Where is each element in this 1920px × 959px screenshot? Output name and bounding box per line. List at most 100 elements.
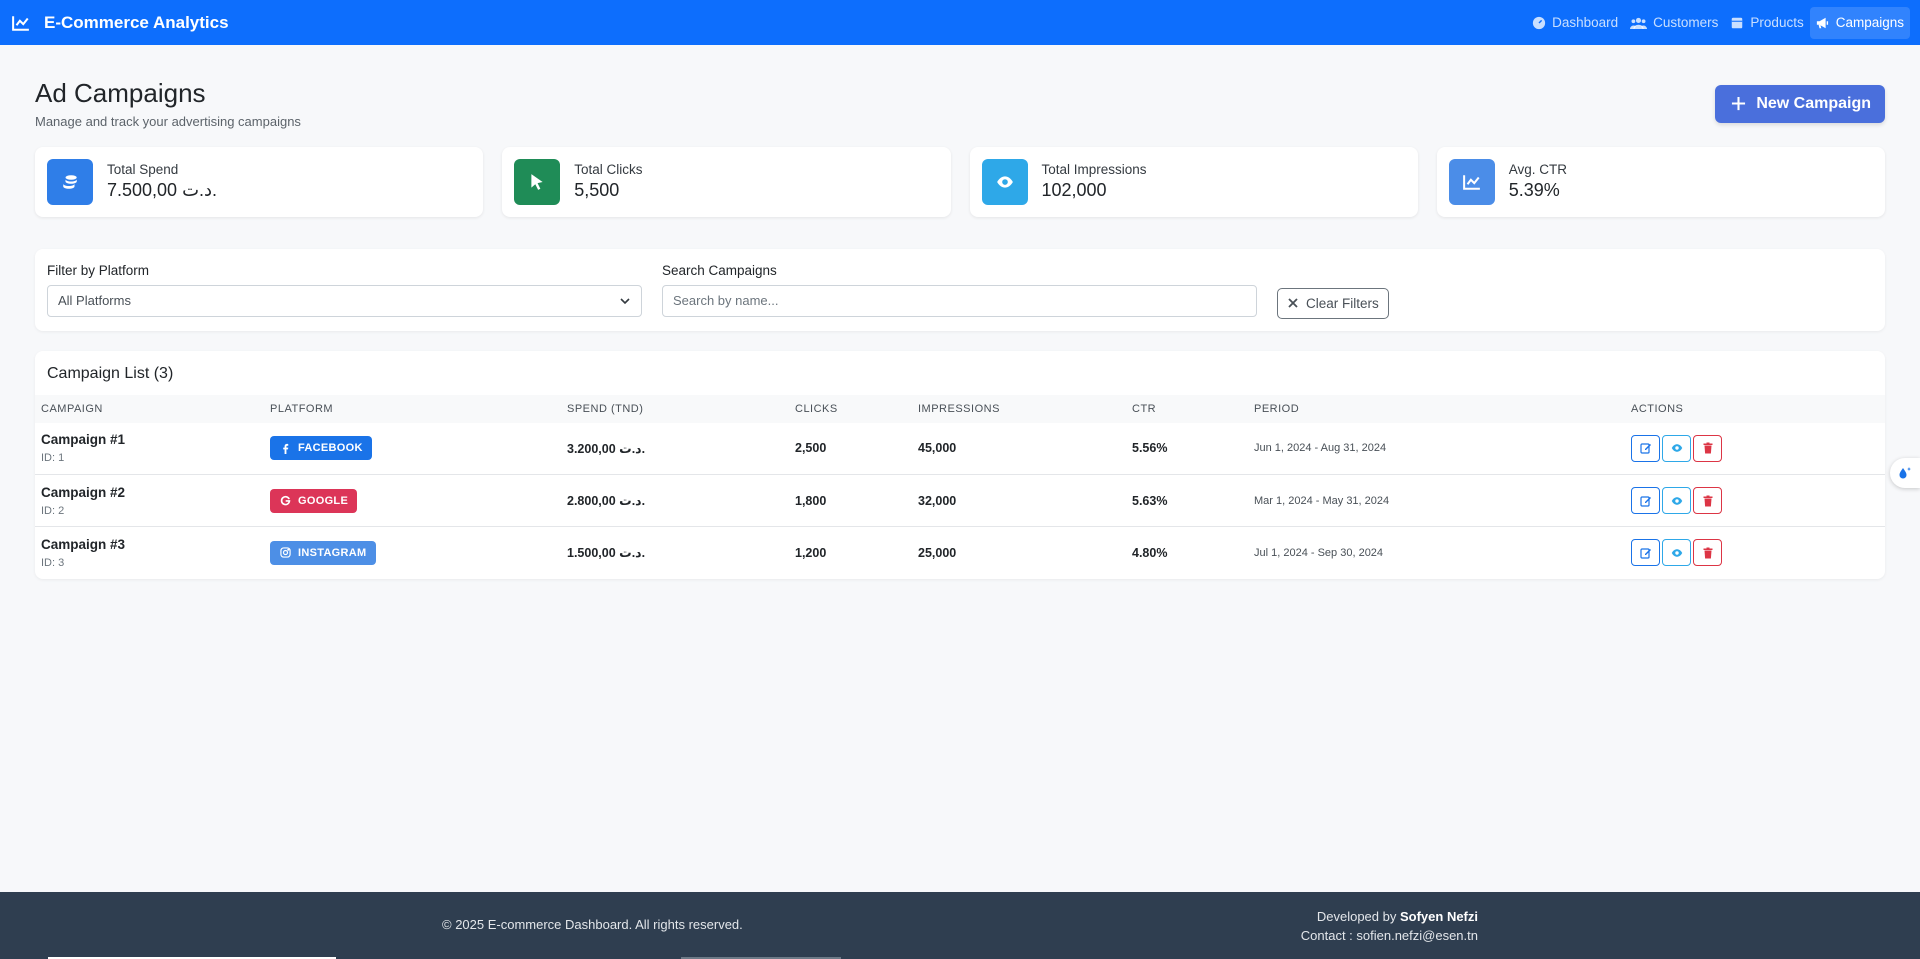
eye-icon bbox=[1671, 496, 1682, 505]
column-header[interactable]: CLICKS bbox=[789, 395, 912, 423]
main-content: Ad Campaigns Manage and track your adver… bbox=[0, 45, 1920, 579]
column-header[interactable]: IMPRESSIONS bbox=[912, 395, 1126, 423]
delete-button[interactable] bbox=[1693, 539, 1722, 567]
clicks-cell: 2,500 bbox=[795, 441, 827, 456]
trash-icon bbox=[1703, 495, 1712, 507]
view-button[interactable] bbox=[1662, 487, 1691, 515]
stat-label: Avg. CTR bbox=[1508, 162, 1568, 178]
google-icon bbox=[280, 495, 291, 506]
stat-icon-box bbox=[47, 158, 93, 205]
platform-select-value: All Platforms bbox=[58, 293, 131, 309]
clicks-cell: 1,200 bbox=[789, 526, 912, 579]
edit-button[interactable] bbox=[1631, 487, 1660, 515]
stat-card-total-impressions: Total Impressions 102,000 bbox=[969, 146, 1418, 217]
clear-wrap: Clear Filters bbox=[1277, 263, 1389, 331]
platform-filter-group: Filter by Platform All Platforms bbox=[47, 263, 642, 331]
ctr-cell: 5.63% bbox=[1126, 474, 1248, 527]
nav-link-products[interactable]: Products bbox=[1724, 7, 1809, 39]
edit-icon bbox=[1639, 548, 1651, 559]
filter-card: Filter by Platform All Platforms Search … bbox=[35, 248, 1885, 331]
delete-button[interactable] bbox=[1693, 487, 1722, 515]
nav-link-dashboard[interactable]: Dashboard bbox=[1526, 7, 1624, 39]
nav-link-label: Dashboard bbox=[1552, 15, 1619, 30]
nav-link-label: Products bbox=[1750, 15, 1804, 30]
platform-name: FACEBOOK bbox=[298, 442, 363, 455]
stat-icon-box bbox=[981, 158, 1028, 205]
campaign-id: ID: 3 bbox=[41, 556, 65, 569]
column-header: ACTIONS bbox=[1631, 402, 1684, 415]
impressions-cell: 32,000 bbox=[912, 474, 1126, 527]
facebook-icon bbox=[283, 443, 289, 454]
table-row: Campaign #3 ID: 3 INSTAGRAM 1.500,00 د.ت… bbox=[35, 526, 1885, 579]
table-row: Campaign #1 ID: 1 FACEBOOK 3.200,00 د.ت.… bbox=[35, 423, 1885, 475]
nav-link-campaigns[interactable]: Campaigns bbox=[1809, 6, 1910, 39]
view-button[interactable] bbox=[1662, 539, 1691, 567]
stat-card-total-spend: Total Spend 7.500,00 د.ت. bbox=[35, 146, 484, 217]
table-header-row: CAMPAIGN PLATFORM SPEND (TND) CLICKS IMP… bbox=[35, 394, 1885, 423]
stat-label: Total Clicks bbox=[574, 162, 643, 178]
stat-icon-box bbox=[514, 158, 561, 205]
edit-button[interactable] bbox=[1631, 539, 1660, 567]
platform-select[interactable]: All Platforms bbox=[47, 284, 642, 317]
impressions-cell: 45,000 bbox=[918, 441, 957, 456]
platform-cell: INSTAGRAM bbox=[264, 526, 561, 579]
clear-filters-button[interactable]: Clear Filters bbox=[1277, 287, 1389, 319]
brand[interactable]: E-Commerce Analytics bbox=[12, 13, 229, 33]
ctr-cell: 4.80% bbox=[1126, 526, 1248, 579]
plus-icon bbox=[1732, 97, 1746, 111]
platform-badge-google: GOOGLE bbox=[270, 488, 358, 513]
stat-label: Total Spend bbox=[107, 162, 179, 178]
campaign-list-title: Campaign List (3) bbox=[47, 364, 174, 382]
stat-value: 5.39% bbox=[1508, 180, 1560, 201]
trash-icon bbox=[1703, 442, 1712, 454]
campaign-name: Campaign #2 bbox=[41, 484, 126, 500]
footer: © 2025 E-commerce Dashboard. All rights … bbox=[0, 892, 1920, 959]
period-cell: Mar 1, 2024 - May 31, 2024 bbox=[1248, 474, 1625, 527]
chart-line-icon bbox=[1462, 174, 1480, 190]
new-campaign-button[interactable]: New Campaign bbox=[1715, 84, 1885, 123]
megaphone-icon bbox=[1816, 17, 1828, 28]
platform-name: GOOGLE bbox=[298, 494, 349, 507]
edit-icon bbox=[1639, 443, 1651, 454]
edit-button[interactable] bbox=[1631, 434, 1660, 462]
platform-cell: GOOGLE bbox=[264, 474, 561, 527]
campaign-table-card: Campaign List (3) CAMPAIGN PLATFORM SPEN… bbox=[35, 350, 1885, 579]
developed-by-label: Developed by bbox=[1316, 909, 1397, 924]
spend-cell: 3.200,00 د.ت. bbox=[567, 441, 646, 456]
page-header: Ad Campaigns Manage and track your adver… bbox=[35, 45, 1885, 129]
stat-icon-box bbox=[1448, 158, 1495, 205]
nav-link-label: Campaigns bbox=[1835, 15, 1904, 30]
instagram-icon bbox=[280, 547, 291, 559]
campaign-cell: Campaign #3 ID: 3 bbox=[35, 526, 264, 579]
column-header[interactable]: SPEND (TND) bbox=[561, 395, 789, 423]
column-header[interactable]: CAMPAIGN bbox=[35, 395, 264, 423]
column-header[interactable]: PLATFORM bbox=[264, 395, 561, 423]
eye-icon bbox=[996, 175, 1013, 188]
eye-icon bbox=[1671, 549, 1682, 557]
platform-cell: FACEBOOK bbox=[264, 423, 561, 475]
actions-cell bbox=[1625, 423, 1885, 475]
floating-assistant-button[interactable] bbox=[1890, 458, 1920, 488]
eye-icon bbox=[1671, 444, 1682, 453]
column-header[interactable]: CTR bbox=[1126, 395, 1248, 423]
search-input[interactable] bbox=[662, 284, 1257, 317]
delete-button[interactable] bbox=[1693, 434, 1722, 462]
nav-link-label: Customers bbox=[1653, 15, 1719, 30]
platform-badge-instagram: INSTAGRAM bbox=[270, 540, 376, 565]
stat-card-total-clicks: Total Clicks 5,500 bbox=[502, 146, 951, 217]
close-icon bbox=[1288, 298, 1298, 308]
sparkle-drop-icon bbox=[1899, 467, 1911, 479]
actions-cell bbox=[1625, 526, 1885, 579]
stat-card-avg-ctr: Avg. CTR 5.39% bbox=[1436, 146, 1885, 217]
nav-link-customers[interactable]: Customers bbox=[1624, 7, 1724, 39]
page-title: Ad Campaigns bbox=[35, 78, 206, 108]
coins-icon bbox=[63, 174, 77, 189]
chevron-down-icon bbox=[620, 298, 630, 304]
brand-title: E-Commerce Analytics bbox=[44, 12, 229, 32]
column-header[interactable]: PERIOD bbox=[1248, 395, 1625, 423]
view-button[interactable] bbox=[1662, 434, 1691, 462]
campaign-id: ID: 2 bbox=[41, 504, 65, 517]
clear-filters-label: Clear Filters bbox=[1306, 295, 1379, 311]
trash-icon bbox=[1703, 547, 1712, 559]
stat-value: 7.500,00 د.ت. bbox=[107, 180, 218, 201]
